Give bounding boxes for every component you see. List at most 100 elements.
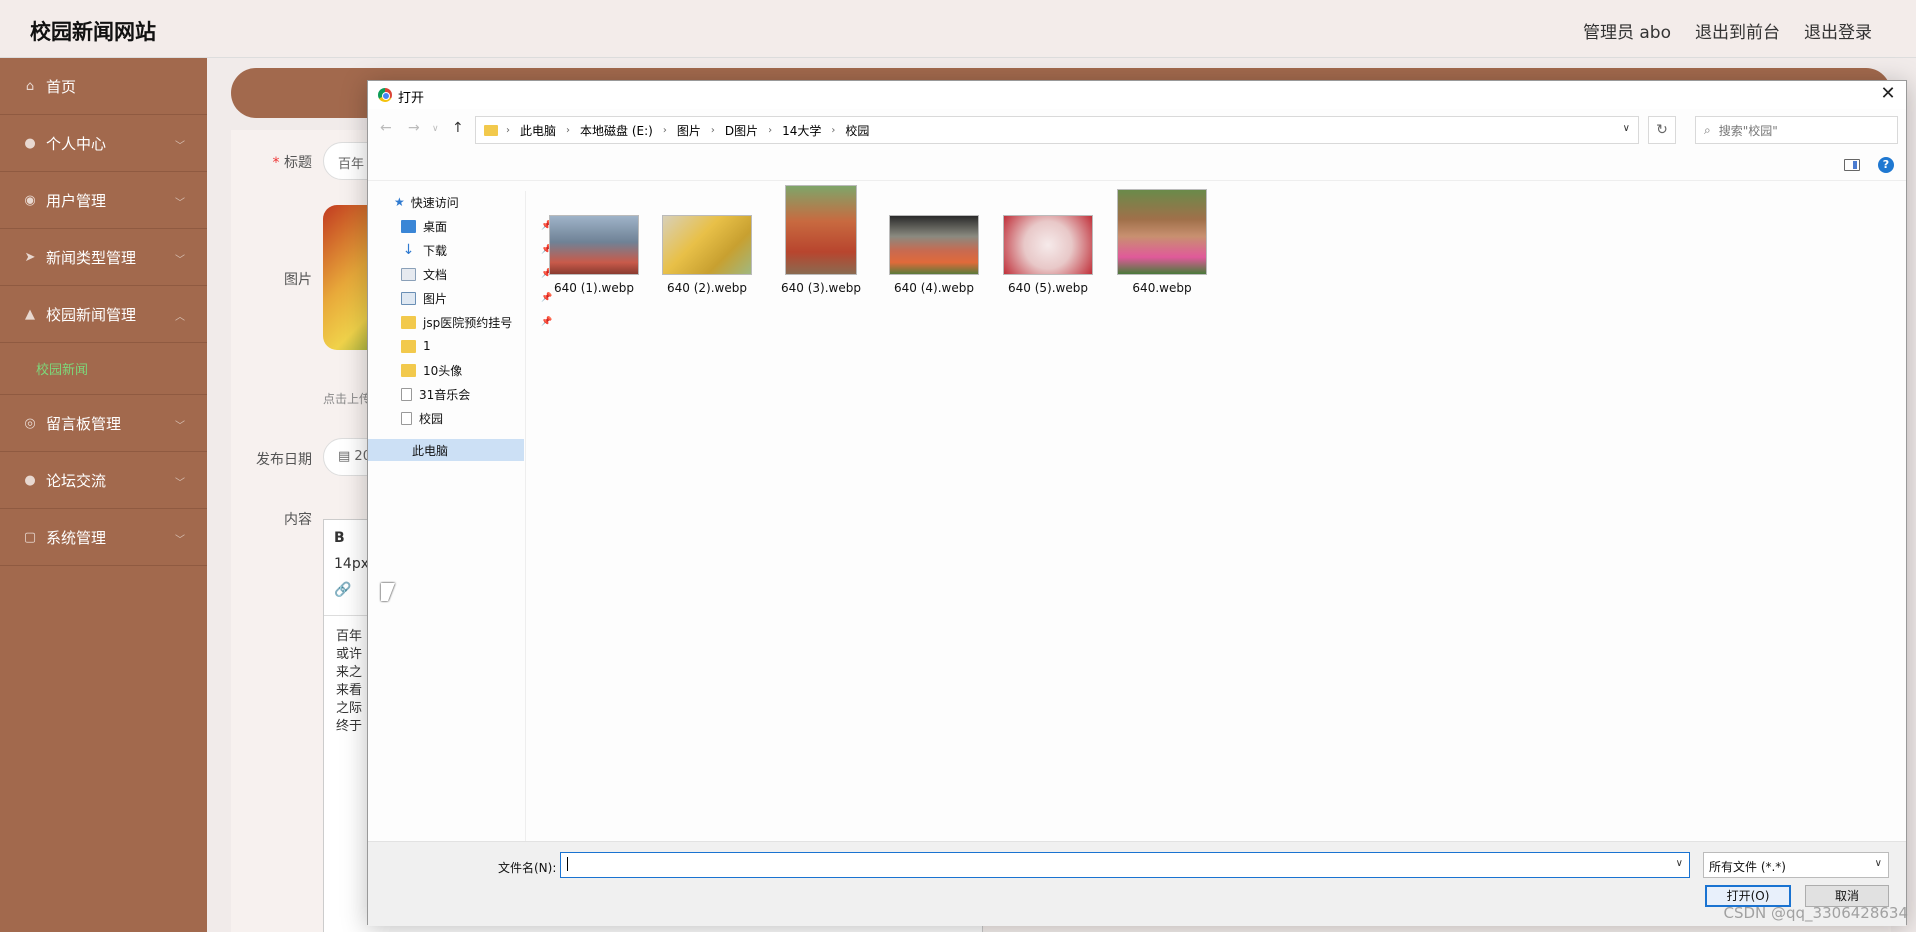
nav-item-downloads[interactable]: ↓ 下载 📌	[401, 239, 553, 261]
chrome-icon	[378, 88, 392, 102]
file-name: 640 (5).webp	[1008, 281, 1088, 295]
sidebar: ⌂ 首页 ● 个人中心 ﹀ ◉ 用户管理 ﹀ ➤ 新闻类型管理 ﹀ ▲ 校园新闻…	[0, 58, 207, 932]
back-arrow-icon[interactable]: ←	[380, 120, 392, 136]
date-label: 发布日期	[256, 452, 312, 468]
download-icon: ↓	[402, 241, 415, 258]
nav-item-jsp-folder[interactable]: jsp医院预约挂号 📌	[401, 311, 552, 333]
close-button[interactable]: ✕	[1876, 83, 1900, 105]
nav-label: 快速访问	[410, 195, 459, 210]
breadcrumb-14-university[interactable]: 14大学	[782, 122, 821, 139]
sidebar-item-forum[interactable]: ● 论坛交流 ﹀	[0, 452, 207, 509]
nav-label: 1	[423, 339, 431, 353]
up-arrow-icon[interactable]: ↑	[452, 120, 464, 136]
chevron-down-icon: ﹀	[175, 421, 185, 432]
sidebar-item-system[interactable]: ▢ 系统管理 ﹀	[0, 509, 207, 566]
sidebar-item-label: 首页	[46, 77, 77, 96]
link-icon[interactable]: 🔗	[334, 582, 351, 598]
nav-quick-access[interactable]: ★ 快速访问	[394, 191, 459, 213]
breadcrumb-this-pc[interactable]: 此电脑	[520, 122, 556, 139]
sidebar-item-messages[interactable]: ◎ 留言板管理 ﹀	[0, 395, 207, 452]
calendar-icon: ▤	[338, 449, 355, 464]
file-item[interactable]: 640 (5).webp	[995, 203, 1101, 295]
dialog-titlebar: 打开 ✕	[368, 81, 1906, 109]
sidebar-item-home[interactable]: ⌂ 首页	[0, 58, 207, 115]
forward-arrow-icon[interactable]: →	[408, 120, 420, 136]
nav-item-concert[interactable]: 31音乐会	[401, 383, 470, 405]
nav-this-pc[interactable]: 此电脑	[368, 439, 524, 461]
logout-link[interactable]: 退出登录	[1804, 18, 1872, 43]
sidebar-item-profile[interactable]: ● 个人中心 ﹀	[0, 115, 207, 172]
star-icon: ★	[394, 195, 405, 209]
nav-label: 桌面	[423, 219, 448, 234]
image-thumbnail	[549, 215, 639, 275]
nav-label: 此电脑	[412, 443, 449, 458]
chevron-down-icon: ∨	[1874, 858, 1882, 869]
upload-hint[interactable]: 点击上传	[323, 390, 371, 407]
breadcrumb-pictures[interactable]: 图片	[677, 122, 701, 139]
desktop-icon	[401, 219, 416, 233]
chevron-down-icon: ﹀	[175, 198, 185, 209]
file-item[interactable]: 640 (2).webp	[654, 203, 760, 295]
file-icon	[401, 411, 412, 425]
file-name: 640 (1).webp	[554, 281, 634, 295]
folder-icon	[401, 339, 416, 353]
chevron-right-icon: ›	[566, 124, 571, 136]
breadcrumb-d-pictures[interactable]: D图片	[725, 122, 758, 139]
nav-item-avatars[interactable]: 10头像	[401, 359, 462, 381]
chevron-right-icon: ›	[506, 124, 510, 136]
chevron-down-icon: ﹀	[175, 255, 185, 266]
nav-label: 图片	[423, 291, 448, 306]
breadcrumb-local-disk[interactable]: 本地磁盘 (E:)	[580, 122, 653, 139]
forum-icon: ●	[24, 472, 36, 488]
nav-item-desktop[interactable]: 桌面 📌	[401, 215, 552, 237]
sidebar-item-label: 论坛交流	[46, 471, 107, 490]
file-type-select[interactable]: 所有文件 (*.*) ∨	[1703, 852, 1889, 878]
folder-icon	[484, 124, 498, 136]
message-icon: ◎	[24, 415, 36, 431]
breadcrumb-campus[interactable]: 校园	[845, 122, 869, 139]
sidebar-item-label: 用户管理	[46, 191, 107, 210]
bold-button[interactable]: B	[334, 530, 345, 546]
recent-dropdown-icon[interactable]: ∨	[432, 124, 439, 134]
content-label: 内容	[284, 512, 312, 528]
nav-label: 10头像	[423, 363, 463, 378]
admin-user-link[interactable]: 管理员 abo	[1583, 18, 1671, 43]
go-frontend-link[interactable]: 退出到前台	[1695, 18, 1780, 43]
file-name: 640.webp	[1132, 281, 1192, 295]
file-item[interactable]: 640 (3).webp	[768, 185, 874, 295]
file-item[interactable]: 640.webp	[1109, 189, 1215, 295]
sidebar-item-label: 新闻类型管理	[46, 248, 137, 267]
font-size-select[interactable]: 14px	[334, 556, 369, 572]
chevron-down-icon: ﹀	[175, 478, 185, 489]
file-item[interactable]: 640 (4).webp	[881, 203, 987, 295]
preview-pane-icon[interactable]	[1844, 159, 1860, 171]
filename-input[interactable]: ∨	[560, 852, 1690, 878]
chevron-down-icon[interactable]: ∨	[1623, 123, 1630, 134]
search-input[interactable]: ⌕ 搜索"校园"	[1695, 116, 1898, 144]
nav-item-documents[interactable]: 文档 📌	[401, 263, 552, 285]
nav-item-folder-1[interactable]: 1	[401, 335, 431, 357]
users-icon: ◉	[24, 192, 36, 208]
image-label: 图片	[284, 272, 312, 288]
search-icon: ⌕	[1704, 122, 1711, 137]
image-thumbnail	[785, 185, 857, 275]
chevron-down-icon: ﹀	[175, 535, 185, 546]
sidebar-subitem-campus-news[interactable]: 校园新闻	[0, 343, 207, 395]
refresh-button[interactable]: ↻	[1648, 116, 1676, 144]
title-label: * 标题	[272, 155, 312, 171]
file-open-dialog: 打开 ✕ ← → ∨ ↑ › 此电脑 › 本地磁盘 (E:) › 图片 › D图…	[367, 80, 1907, 926]
chevron-down-icon[interactable]: ∨	[1676, 858, 1683, 869]
sidebar-item-campus-news[interactable]: ▲ 校园新闻管理 ︿	[0, 286, 207, 343]
sidebar-item-news-types[interactable]: ➤ 新闻类型管理 ﹀	[0, 229, 207, 286]
navigation-pane: ★ 快速访问 桌面 📌 ↓ 下载 📌 文档 📌 图片 📌 jsp医院预约挂号 📌	[368, 191, 553, 841]
nav-item-pictures[interactable]: 图片 📌	[401, 287, 552, 309]
news-icon: ▲	[25, 306, 35, 322]
nav-label: jsp医院预约挂号	[423, 315, 513, 330]
sidebar-item-users[interactable]: ◉ 用户管理 ﹀	[0, 172, 207, 229]
top-bar: 校园新闻网站 管理员 abo 退出到前台 退出登录	[0, 0, 1916, 58]
file-item[interactable]: 640 (1).webp	[541, 203, 647, 295]
address-bar[interactable]: › 此电脑 › 本地磁盘 (E:) › 图片 › D图片 › 14大学 › 校园…	[475, 116, 1639, 144]
nav-item-campus[interactable]: 校园	[401, 407, 443, 429]
help-icon[interactable]: ?	[1878, 157, 1894, 173]
settings-icon: ▢	[23, 529, 37, 545]
